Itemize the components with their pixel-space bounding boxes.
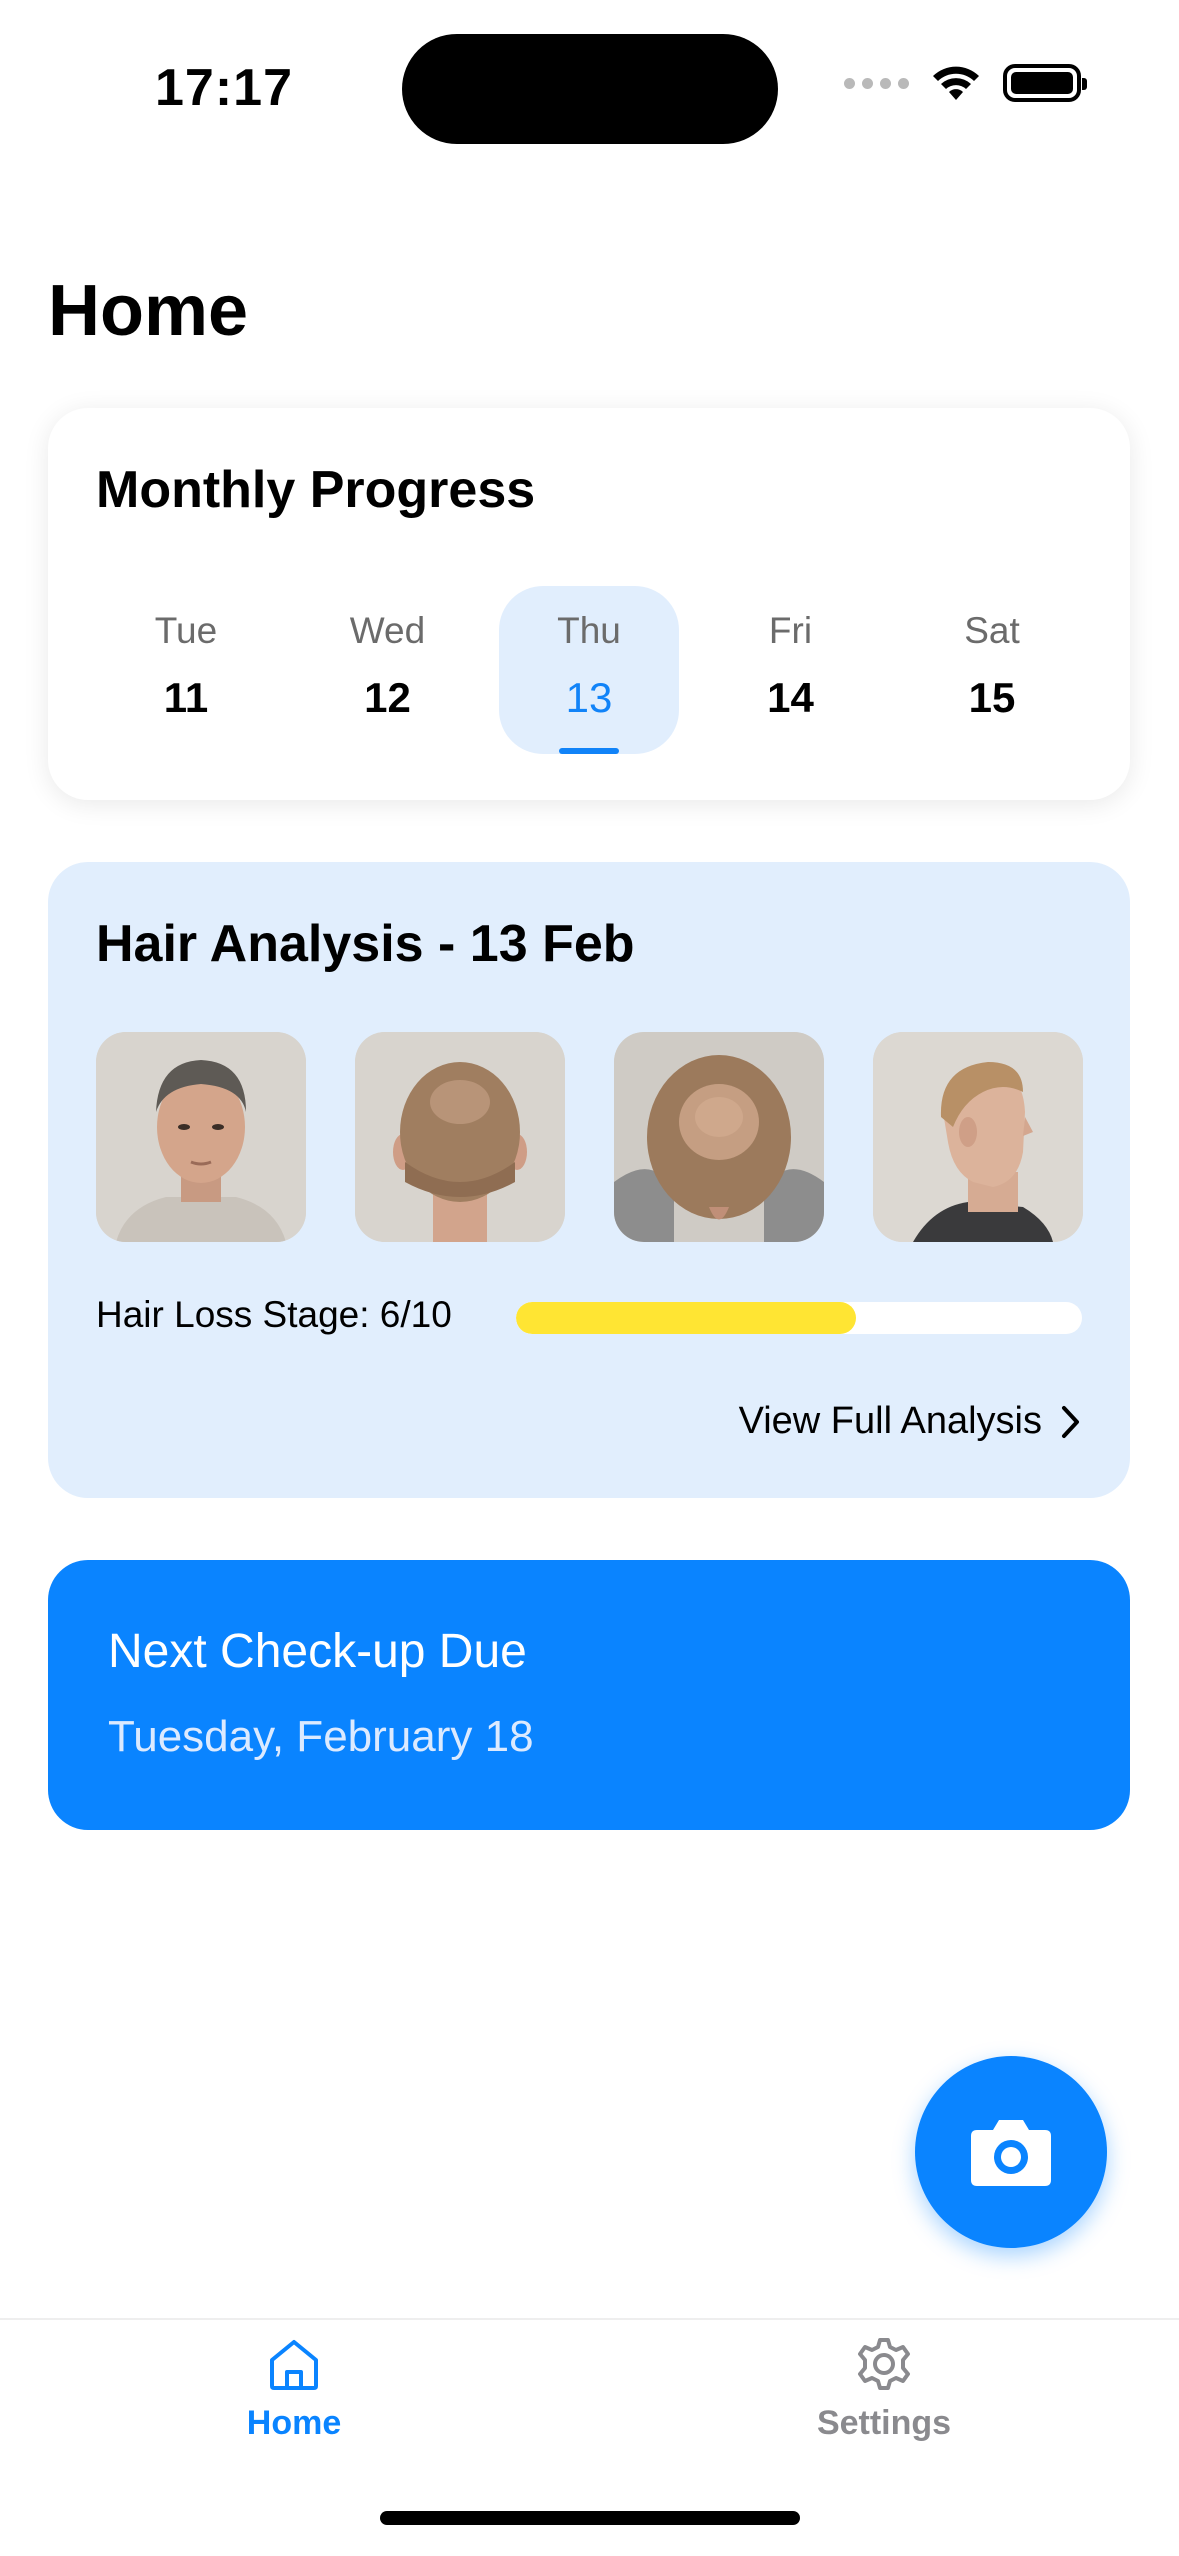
- day-selector: Tue 11 Wed 12 Thu 13 Fri 14 Sat 15: [96, 586, 1082, 764]
- day-number: 14: [767, 674, 814, 721]
- day-name: Sat: [964, 610, 1020, 651]
- camera-button[interactable]: [915, 2056, 1107, 2248]
- back-head-photo[interactable]: [355, 1032, 565, 1242]
- view-full-analysis-label: View Full Analysis: [738, 1400, 1042, 1442]
- next-checkup-title: Next Check-up Due: [108, 1625, 527, 1678]
- hair-loss-stage-bar: [516, 1302, 1082, 1334]
- monthly-progress-title: Monthly Progress: [96, 461, 536, 519]
- day-name: Wed: [349, 610, 426, 651]
- dynamic-island: [402, 34, 778, 144]
- next-checkup-date: Tuesday, February 18: [108, 1712, 534, 1761]
- side-profile-photo[interactable]: [873, 1032, 1083, 1242]
- day-tue[interactable]: Tue 11: [96, 586, 276, 754]
- home-icon: [270, 2340, 318, 2390]
- battery-icon: [1003, 64, 1087, 102]
- day-fri[interactable]: Fri 14: [701, 586, 881, 754]
- camera-icon: [971, 2120, 1051, 2186]
- tab-home-label: Home: [246, 2404, 342, 2442]
- tab-settings[interactable]: Settings: [764, 2334, 1004, 2474]
- tab-settings-label: Settings: [816, 2404, 952, 2442]
- day-number: 11: [163, 674, 209, 721]
- top-head-photo[interactable]: [614, 1032, 824, 1242]
- day-number: 15: [968, 674, 1016, 721]
- day-wed[interactable]: Wed 12: [298, 586, 478, 754]
- home-indicator: [380, 2511, 800, 2525]
- page-title: Home: [48, 271, 249, 351]
- hair-loss-stage-row: Hair Loss Stage: 6/10: [96, 1294, 1082, 1336]
- analysis-photos: [96, 1032, 1083, 1242]
- hair-analysis-title: Hair Analysis - 13 Feb: [96, 915, 635, 973]
- view-full-analysis-link[interactable]: View Full Analysis: [739, 1400, 1082, 1443]
- hair-loss-stage-label: Hair Loss Stage: 6/10: [96, 1294, 452, 1335]
- hair-loss-stage-fill: [516, 1302, 856, 1334]
- hair-analysis-card: Hair Analysis - 13 Feb Hair Loss Stage: …: [48, 862, 1130, 1498]
- day-name: Tue: [154, 610, 218, 651]
- day-number: 12: [364, 674, 411, 721]
- status-icons: [844, 64, 1087, 102]
- day-name: Fri: [768, 610, 813, 651]
- status-time: 17:17: [155, 59, 293, 117]
- day-sat[interactable]: Sat 15: [902, 586, 1082, 754]
- day-thu-selected[interactable]: Thu 13: [499, 586, 679, 754]
- wifi-icon: [933, 66, 979, 100]
- next-checkup-card[interactable]: Next Check-up Due Tuesday, February 18: [48, 1560, 1130, 1830]
- chevron-right-icon: [1062, 1405, 1079, 1438]
- cellular-signal-icon: [844, 77, 909, 89]
- day-name: Thu: [557, 610, 621, 651]
- gear-icon: [858, 2338, 910, 2390]
- day-number: 13: [565, 674, 613, 721]
- monthly-progress-card: Monthly Progress Tue 11 Wed 12 Thu 13 Fr…: [48, 408, 1130, 800]
- front-face-photo[interactable]: [96, 1032, 306, 1242]
- home-screen: 17:17 Home Monthly Progress Tue 11 Wed 1…: [0, 0, 1179, 2556]
- tab-home[interactable]: Home: [174, 2334, 414, 2474]
